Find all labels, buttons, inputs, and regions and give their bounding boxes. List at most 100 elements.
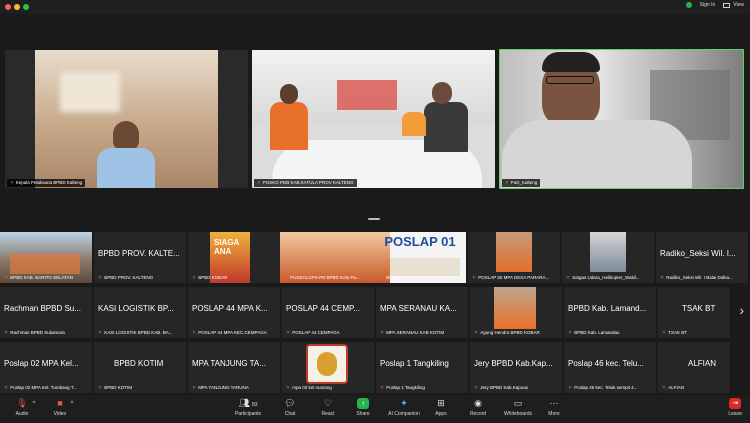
participant-tile[interactable]: POSLAP 44 MPA K... ✕ POSLAP 44 MPA KEC.CE… (188, 287, 280, 338)
person-orange-shirt (270, 102, 308, 150)
ai-sparkle-icon: ✦ (400, 398, 408, 408)
participant-name-label: ✕ POSLAP 50 MPA DESA PARARA... (472, 275, 550, 281)
participant-tile[interactable]: ✕ BPBD KAB. BARITO SELATAN (0, 232, 92, 283)
speaker-name-label: ✕ Kepala Pelaksana BPBD Kalteng (7, 179, 86, 187)
participants-icon: 👥︎ 83 (238, 398, 258, 408)
speaker-name-label: ✕ PuD_Kalteng (502, 179, 541, 187)
sign-in-button[interactable]: Sign In (700, 2, 716, 8)
sign-in-label: Sign In (699, 2, 716, 8)
participant-name-label: ✕ TSAK BT (662, 330, 687, 336)
participant-name-label: ✕ BPBD KOTIM (98, 385, 132, 391)
participant-tile[interactable]: Jery BPBD Kab.Kap... ✕ Jery BPBD Kab.Kapu… (470, 342, 562, 393)
participant-tile[interactable]: BPBD KOTIM ✕ BPBD KOTIM (94, 342, 186, 393)
video-options-chevron-icon[interactable]: ^ (66, 401, 78, 407)
participant-tile[interactable]: Poslap 1 Tangkiling ✕ Poslap 1 Tangkiling (376, 342, 468, 393)
leave-label: Leave (728, 411, 742, 417)
ai-companion-label: AI Companion (388, 411, 420, 417)
participant-name-label: ✕ BPBD PROV. KALTENG (98, 275, 154, 281)
audio-label: Audio (15, 411, 29, 417)
speaker-video-1[interactable]: ✕ Kepala Pelaksana BPBD Kalteng (5, 50, 248, 188)
strip-resize-handle[interactable] (368, 218, 380, 220)
participant-display-name: POSLAP 44 CEMP... (286, 304, 360, 313)
banner-text: SIAGA ANA (214, 238, 240, 256)
participant-display-name: BPBD PROV. KALTE... (98, 249, 180, 258)
more-label: More (548, 411, 560, 417)
participants-button[interactable]: 👥︎ 83 Participants (224, 398, 272, 417)
participant-tile[interactable]: KASI LOGISTIK BP... ✕ KASI LOGISTIK BPBD … (94, 287, 186, 338)
participant-tile[interactable]: SIAGA ANA ✕ BPBD KOBAR (188, 232, 280, 283)
whiteboard-icon: ▭ (513, 398, 523, 408)
participant-display-name: KASI LOGISTIK BP... (98, 304, 174, 313)
next-page-chevron-icon[interactable]: › (739, 302, 744, 318)
participant-display-name: Poslap 1 Tangkiling (380, 359, 449, 368)
participant-tile[interactable]: Rachman BPBD Su... ✕ Rachman BPBD Sukamar… (0, 287, 92, 338)
participant-tile[interactable]: MPA SERANAU KA... ✕ MPA SERANAU KAB KOTIM (376, 287, 468, 338)
participant-tile[interactable]: ALFIAN ✕ ALFIAN (658, 342, 730, 393)
participant-name-label: ✕ POSLAP 44 CEMPAGA (286, 330, 340, 336)
speaker-video-3[interactable]: ✕ PuD_Kalteng (499, 49, 744, 189)
speaker-video-2[interactable]: ✕ POSKO PDB KAB.KATULA PROV KALTENG (252, 50, 495, 188)
chat-label: Chat (284, 411, 296, 417)
person-orange-vest (402, 112, 426, 136)
participant-tile[interactable]: POSLAP 01 ✕ PUSDALOPS-PB BPBD Kota Pa... … (280, 232, 466, 283)
participant-tile[interactable]: MPA TANJUNG TA... ✕ MPA TANJUNG TARUNA (188, 342, 280, 393)
view-button[interactable]: View (723, 2, 744, 8)
participant-name-label: ✕ Satgas Udara_Helikopter_Wakil... (566, 275, 640, 281)
leave-button[interactable]: ⇥ Leave (728, 398, 742, 417)
participant-tile[interactable]: BPBD Kab. Lamand... ✕ BPBD Kab. Lamandau (564, 287, 656, 338)
share-label: Share (356, 411, 370, 417)
participant-tile[interactable]: ✕ Satgas Udara_Helikopter_Wakil... (562, 232, 654, 283)
participant-display-name: Poslap 46 kec. Telu... (568, 359, 644, 368)
participant-display-name: Poslap 02 MPA Kel... (4, 359, 79, 368)
record-label: Record (469, 411, 487, 417)
person-shirt (97, 148, 155, 188)
participant-tile[interactable]: ✕ Agung Hendra BPBD KOBAR (470, 287, 562, 338)
participant-name-label: ✕ BPBD Kab. Lamandau (568, 330, 620, 336)
participant-tile[interactable]: Poslap 02 MPA Kel... ✕ Poslap 02 MPA Kel.… (0, 342, 92, 393)
video-label: Video (53, 411, 67, 417)
group-people (10, 254, 80, 274)
participant-name-label: ✕ ALFIAN (662, 385, 684, 391)
participant-tile[interactable]: TSAK BT ✕ TSAK BT (658, 287, 730, 338)
participant-name-label: ✕ Radiko_Seksi Wil. I Balai Dalka... (660, 275, 733, 281)
participant-tile[interactable]: BPBD PROV. KALTE... ✕ BPBD PROV. KALTENG (94, 232, 186, 283)
participant-name-label: ✕ Poslap 46 kec. Teluk sempit 4... (568, 385, 638, 391)
participant-name-label: ✕ POSLAP 44 MPA KEC.CEMPAGA (192, 330, 267, 336)
participant-tile[interactable]: Radiko_Seksi Wil. I... ✕ Radiko_Seksi Wil… (656, 232, 748, 283)
participant-video (494, 287, 536, 329)
participant-name-label: ✕ KASI LOGISTIK BPBD KAB. BA... (98, 330, 173, 336)
person-hair (542, 52, 600, 72)
participant-tile[interactable]: ✕ mpa 03 kel.mariang (282, 342, 374, 393)
apps-grid-icon: ⊞ (437, 398, 445, 408)
security-shield-icon[interactable] (685, 2, 692, 8)
view-grid-icon (723, 2, 731, 8)
participant-name-label: ✕ Bumiru (380, 275, 401, 281)
meeting-toolbar: 🎙︎ Audio ^ ■ Video ^ 👥︎ 83 Participants 💬… (0, 395, 750, 423)
speaker-name-label: ✕ POSKO PDB KAB.KATULA PROV KALTENG (254, 179, 357, 187)
participant-display-name: POSLAP 44 MPA K... (192, 304, 268, 313)
minimize-window-button[interactable] (14, 4, 20, 10)
person-head (113, 121, 139, 151)
participant-video (590, 232, 626, 272)
background-window (60, 72, 120, 112)
more-button[interactable]: ⋯ More (532, 398, 576, 417)
window-titlebar: Sign In View (0, 0, 750, 14)
more-dots-icon: ⋯ (549, 398, 559, 408)
participant-name-label: ✕ Agung Hendra BPBD KOBAR (474, 330, 540, 336)
banner-graphic (390, 258, 460, 276)
speaker-video-strip: ✕ Kepala Pelaksana BPBD Kalteng ✕ POSKO PD… (0, 14, 750, 214)
participant-display-name: BPBD Kab. Lamand... (568, 304, 647, 313)
close-window-button[interactable] (5, 4, 11, 10)
banner-text: POSLAP 01 (384, 234, 456, 249)
participant-display-name: TSAK BT (682, 304, 716, 313)
logo-emblem-core (317, 352, 337, 376)
person-dark-shirt (424, 102, 468, 152)
video-off-icon: ■ (57, 398, 63, 408)
participant-tile[interactable]: POSLAP 44 CEMP... ✕ POSLAP 44 CEMPAGA (282, 287, 374, 338)
participant-tile[interactable]: Poslap 46 kec. Telu... ✕ Poslap 46 kec. T… (564, 342, 656, 393)
participant-name-label: ✕ BPBD KAB. BARITO SELATAN (4, 275, 73, 281)
maximize-window-button[interactable] (23, 4, 29, 10)
participant-name-label: ✕ MPA TANJUNG TARUNA (192, 385, 249, 391)
participant-tile[interactable]: ✕ POSLAP 50 MPA DESA PARARA... (468, 232, 560, 283)
wall-banner (337, 80, 397, 110)
